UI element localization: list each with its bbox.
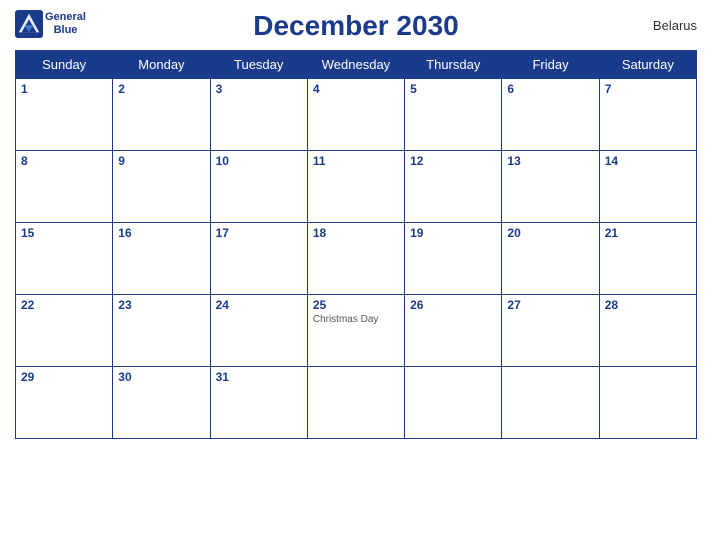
day-cell: 12 bbox=[405, 151, 502, 223]
day-number: 10 bbox=[216, 154, 302, 168]
calendar-table: Sunday Monday Tuesday Wednesday Thursday… bbox=[15, 50, 697, 439]
day-number: 11 bbox=[313, 154, 399, 168]
day-cell: 26 bbox=[405, 295, 502, 367]
header-monday: Monday bbox=[113, 51, 210, 79]
day-cell: 27 bbox=[502, 295, 599, 367]
header-thursday: Thursday bbox=[405, 51, 502, 79]
day-number: 29 bbox=[21, 370, 107, 384]
day-cell bbox=[405, 367, 502, 439]
day-cell: 2 bbox=[113, 79, 210, 151]
country-label: Belarus bbox=[653, 18, 697, 33]
day-number: 1 bbox=[21, 82, 107, 96]
day-cell: 17 bbox=[210, 223, 307, 295]
day-number: 30 bbox=[118, 370, 204, 384]
calendar-container: General Blue December 2030 Belarus Sunda… bbox=[0, 0, 712, 550]
header-friday: Friday bbox=[502, 51, 599, 79]
day-number: 16 bbox=[118, 226, 204, 240]
calendar-title: December 2030 bbox=[15, 10, 697, 42]
day-cell: 28 bbox=[599, 295, 696, 367]
day-cell: 22 bbox=[16, 295, 113, 367]
day-number: 20 bbox=[507, 226, 593, 240]
day-number: 8 bbox=[21, 154, 107, 168]
day-cell: 16 bbox=[113, 223, 210, 295]
day-cell: 21 bbox=[599, 223, 696, 295]
day-number: 2 bbox=[118, 82, 204, 96]
day-cell bbox=[502, 367, 599, 439]
day-cell: 13 bbox=[502, 151, 599, 223]
day-number: 31 bbox=[216, 370, 302, 384]
week-row-4: 22 23 24 25 Christmas Day 26 27 28 bbox=[16, 295, 697, 367]
week-row-5: 29 30 31 bbox=[16, 367, 697, 439]
day-number: 6 bbox=[507, 82, 593, 96]
day-cell: 8 bbox=[16, 151, 113, 223]
day-cell: 31 bbox=[210, 367, 307, 439]
day-number: 12 bbox=[410, 154, 496, 168]
header-wednesday: Wednesday bbox=[307, 51, 404, 79]
day-cell: 7 bbox=[599, 79, 696, 151]
day-cell bbox=[307, 367, 404, 439]
day-cell: 18 bbox=[307, 223, 404, 295]
day-cell: 23 bbox=[113, 295, 210, 367]
day-cell: 19 bbox=[405, 223, 502, 295]
week-row-2: 89 10 11 12 13 14 bbox=[16, 151, 697, 223]
day-number: 17 bbox=[216, 226, 302, 240]
day-number: 3 bbox=[216, 82, 302, 96]
day-number: 25 bbox=[313, 298, 399, 312]
logo-text: General Blue bbox=[45, 11, 86, 37]
day-number: 24 bbox=[216, 298, 302, 312]
day-number: 4 bbox=[313, 82, 399, 96]
day-number: 27 bbox=[507, 298, 593, 312]
day-cell: 1 bbox=[16, 79, 113, 151]
logo-line2: Blue bbox=[54, 24, 78, 36]
day-number: 15 bbox=[21, 226, 107, 240]
header-saturday: Saturday bbox=[599, 51, 696, 79]
day-cell: 25 Christmas Day bbox=[307, 295, 404, 367]
day-number: 7 bbox=[605, 82, 691, 96]
day-cell: 6 bbox=[502, 79, 599, 151]
holiday-label: Christmas Day bbox=[313, 314, 399, 325]
day-cell: 15 bbox=[16, 223, 113, 295]
header-sunday: Sunday bbox=[16, 51, 113, 79]
logo-icon bbox=[15, 10, 43, 38]
week-row-3: 15 16 17 18 19 20 21 bbox=[16, 223, 697, 295]
day-cell: 3 bbox=[210, 79, 307, 151]
day-number: 23 bbox=[118, 298, 204, 312]
day-number: 28 bbox=[605, 298, 691, 312]
day-cell: 24 bbox=[210, 295, 307, 367]
day-number: 9 bbox=[118, 154, 204, 168]
logo-area: General Blue bbox=[15, 10, 86, 38]
day-number: 21 bbox=[605, 226, 691, 240]
weekday-header-row: Sunday Monday Tuesday Wednesday Thursday… bbox=[16, 51, 697, 79]
logo-line1: General bbox=[45, 11, 86, 23]
day-cell bbox=[599, 367, 696, 439]
day-cell: 20 bbox=[502, 223, 599, 295]
day-number: 18 bbox=[313, 226, 399, 240]
day-cell: 11 bbox=[307, 151, 404, 223]
day-number: 14 bbox=[605, 154, 691, 168]
day-cell: 5 bbox=[405, 79, 502, 151]
day-number: 13 bbox=[507, 154, 593, 168]
day-number: 5 bbox=[410, 82, 496, 96]
day-number: 19 bbox=[410, 226, 496, 240]
calendar-header: General Blue December 2030 Belarus bbox=[15, 10, 697, 42]
day-cell: 4 bbox=[307, 79, 404, 151]
day-cell: 14 bbox=[599, 151, 696, 223]
day-cell: 10 bbox=[210, 151, 307, 223]
day-cell: 29 bbox=[16, 367, 113, 439]
day-number: 26 bbox=[410, 298, 496, 312]
day-cell: 30 bbox=[113, 367, 210, 439]
week-row-1: 1234567 bbox=[16, 79, 697, 151]
day-cell: 9 bbox=[113, 151, 210, 223]
day-number: 22 bbox=[21, 298, 107, 312]
header-tuesday: Tuesday bbox=[210, 51, 307, 79]
